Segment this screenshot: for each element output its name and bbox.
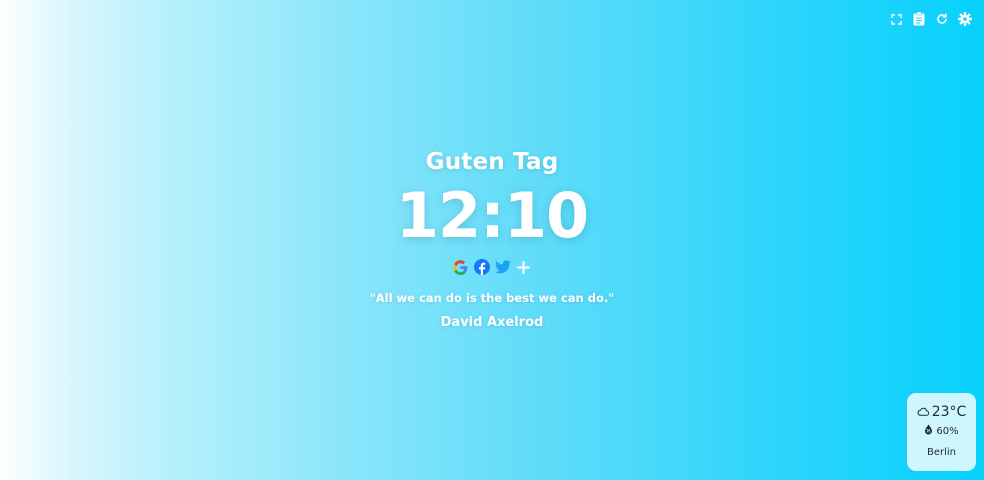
city-name: Berlin [926, 447, 957, 458]
main-panel: Guten Tag 12:10 "All we can do is the be… [0, 146, 984, 331]
facebook-icon[interactable] [473, 259, 490, 275]
clipboard-icon[interactable] [912, 11, 926, 27]
refresh-icon[interactable] [935, 11, 949, 27]
humidity-drop-icon [924, 424, 933, 440]
greeting: Guten Tag [425, 149, 559, 175]
fullscreen-icon[interactable] [889, 11, 903, 27]
toolbar [889, 11, 972, 27]
humidity-row: 60% [907, 424, 976, 440]
cloud-icon [917, 403, 929, 421]
shortcuts-bar [0, 258, 984, 276]
google-icon[interactable] [453, 259, 469, 275]
temperature: 23°C [931, 404, 967, 420]
weather-widget[interactable]: 23°C 60% Berlin [907, 393, 976, 471]
gear-icon[interactable] [958, 11, 972, 27]
quote-author: David Axelrod [440, 315, 544, 330]
twitter-icon[interactable] [494, 259, 511, 275]
plus-icon[interactable] [516, 259, 532, 275]
quote-text: "All we can do is the best we can do." [369, 291, 615, 305]
clock: 12:10 [395, 179, 589, 252]
humidity: 60% [936, 426, 959, 437]
temperature-row: 23°C [907, 403, 976, 421]
